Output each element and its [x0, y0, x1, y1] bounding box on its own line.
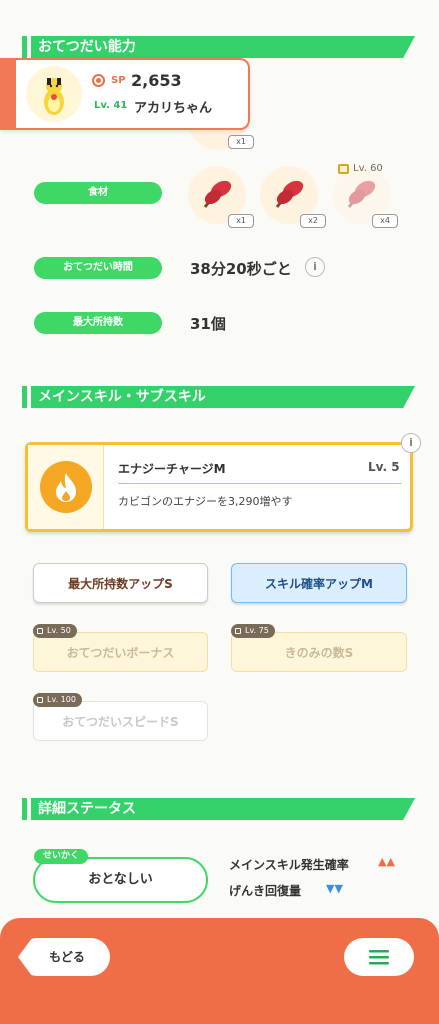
subskill-button-locked[interactable]: きのみの数S [231, 632, 407, 672]
main-skill-name: エナジーチャージM [118, 462, 226, 476]
qty-badge: x1 [228, 135, 254, 149]
subskill-button-locked[interactable]: おてつだいスピードS [33, 701, 208, 741]
lock-icon [235, 628, 241, 634]
main-skill-description: カビゴンのエナジーを3,290増やす [118, 495, 293, 508]
qty-badge: x1 [228, 214, 254, 228]
lock-level-badge: Lv. 75 [231, 624, 275, 638]
up-arrows-icon: ▲▲ [378, 855, 395, 868]
ampharos-icon [44, 78, 64, 115]
section-header-details: 詳細ステータス [22, 798, 415, 820]
nature-down-stat: げんき回復量 [229, 884, 302, 898]
sp-icon [92, 74, 105, 87]
berry-icon [203, 180, 232, 208]
section-header-help-ability: おてつだい能力 [22, 36, 415, 58]
lock-level-badge: Lv. 50 [33, 624, 77, 638]
sp-label: SP [111, 75, 126, 86]
ingredients-label: 食材 [34, 182, 162, 204]
lock-level-badge: Lv. 100 [33, 693, 82, 707]
menu-button[interactable] [344, 938, 414, 976]
section-title: メインスキル・サブスキル [38, 389, 206, 405]
sp-value: 2,653 [131, 71, 182, 90]
pokemon-avatar [26, 66, 82, 122]
lock-icon [37, 697, 43, 703]
main-skill-level: Lv. 5 [368, 460, 400, 474]
unlock-level: Lv. 60 [353, 163, 383, 174]
berry-icon [275, 180, 304, 208]
lock-level-text: Lv. 100 [47, 695, 76, 704]
down-arrows-icon: ▼▼ [326, 882, 343, 895]
divider [118, 483, 402, 484]
lock-icon [37, 628, 43, 634]
nature-tag: せいかく [34, 849, 89, 864]
qty-badge: x4 [372, 214, 398, 228]
info-icon[interactable]: i [305, 257, 325, 277]
lock-level-text: Lv. 50 [47, 626, 71, 635]
lock-icon [338, 164, 349, 174]
lock-level-text: Lv. 75 [245, 626, 269, 635]
info-icon[interactable]: i [401, 433, 421, 453]
help-time-label: おてつだい時間 [34, 257, 162, 279]
help-time-value: 38分20秒ごと [190, 260, 292, 278]
pokemon-nickname: アカリちゃん [134, 101, 213, 116]
section-title: おてつだい能力 [38, 39, 136, 55]
profile-accent-strip [0, 58, 16, 130]
nature-up-stat: メインスキル発生確率 [229, 858, 349, 872]
main-skill-card[interactable]: エナジーチャージM Lv. 5 カビゴンのエナジーを3,290増やす [25, 442, 413, 532]
subskill-button-locked[interactable]: おてつだいボーナス [33, 632, 208, 672]
berry-icon [347, 180, 376, 208]
qty-badge: x2 [300, 214, 326, 228]
section-header-skills: メインスキル・サブスキル [22, 386, 415, 408]
subskill-button[interactable]: スキル確率アップM [231, 563, 407, 603]
section-title: 詳細ステータス [38, 801, 136, 817]
subskill-button[interactable]: 最大所持数アップS [33, 563, 208, 603]
back-button[interactable]: もどる [18, 938, 110, 976]
max-carry-value: 31個 [190, 315, 226, 333]
level-label: Lv. 41 [94, 100, 128, 111]
hamburger-icon [369, 950, 389, 965]
max-carry-label: 最大所持数 [34, 312, 162, 334]
fire-icon [40, 461, 92, 513]
